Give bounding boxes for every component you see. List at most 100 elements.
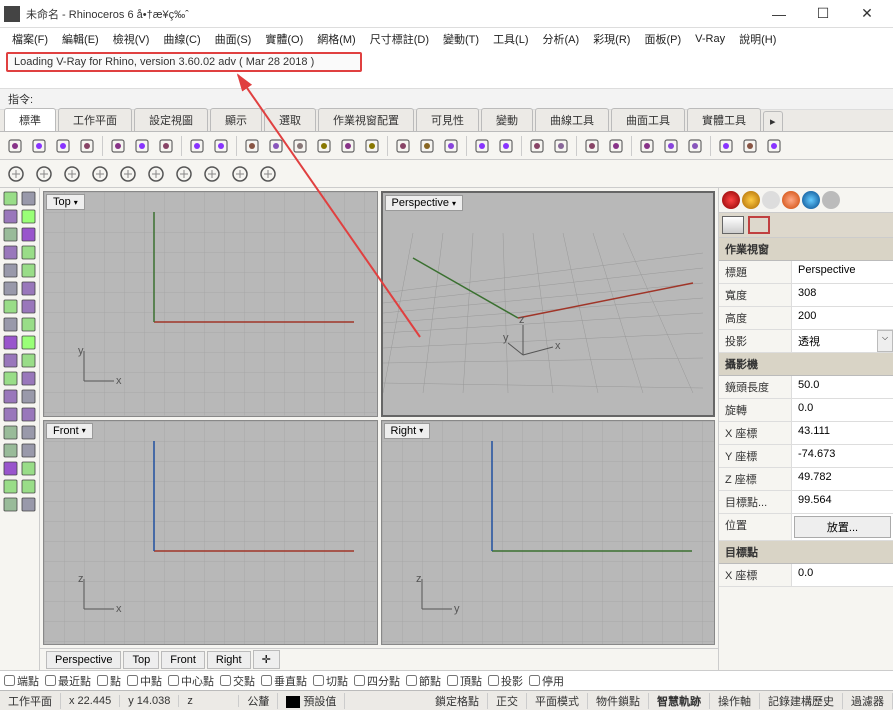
properties-icon[interactable] bbox=[550, 135, 572, 157]
viewport-label-front[interactable]: Front▾ bbox=[46, 423, 93, 439]
toolbar-tab[interactable]: 工作平面 bbox=[58, 108, 132, 131]
viewport-tab[interactable]: Top bbox=[123, 651, 159, 669]
render-icon[interactable] bbox=[2, 496, 19, 513]
render-tab-icon[interactable] bbox=[782, 191, 800, 209]
corner-icon[interactable] bbox=[228, 162, 252, 186]
new-icon[interactable] bbox=[4, 135, 26, 157]
redo-icon[interactable] bbox=[210, 135, 232, 157]
menu-item[interactable]: 編輯(E) bbox=[56, 29, 105, 49]
menu-item[interactable]: 面板(P) bbox=[638, 29, 687, 49]
viewport-label-right[interactable]: Right▾ bbox=[384, 423, 431, 439]
menu-item[interactable]: 尺寸標註(D) bbox=[364, 29, 435, 49]
layer-icon[interactable] bbox=[526, 135, 548, 157]
undo-icon[interactable] bbox=[186, 135, 208, 157]
paste-icon[interactable] bbox=[155, 135, 177, 157]
osnap-checkbox[interactable] bbox=[4, 675, 15, 686]
relative-icon[interactable] bbox=[60, 162, 84, 186]
prop-value[interactable]: 0.0 bbox=[791, 399, 893, 421]
projection-value[interactable]: 透視 bbox=[791, 330, 877, 352]
rotate-view-icon[interactable] bbox=[361, 135, 383, 157]
options-icon[interactable] bbox=[739, 135, 761, 157]
curve-tool-icon[interactable] bbox=[200, 162, 224, 186]
menu-item[interactable]: 實體(O) bbox=[259, 29, 309, 49]
osnap-中點[interactable]: 中點 bbox=[127, 673, 162, 689]
viewport-right[interactable]: Right▾ yz bbox=[381, 420, 716, 646]
menu-item[interactable]: 分析(A) bbox=[537, 29, 586, 49]
osnap-節點[interactable]: 節點 bbox=[406, 673, 441, 689]
ellipse-icon[interactable] bbox=[20, 262, 37, 279]
osnap-checkbox[interactable] bbox=[529, 675, 540, 686]
maximize-button[interactable]: ☐ bbox=[801, 0, 845, 28]
join-icon[interactable] bbox=[20, 370, 37, 387]
arc-icon[interactable] bbox=[20, 226, 37, 243]
osnap-checkbox[interactable] bbox=[313, 675, 324, 686]
pan-icon[interactable] bbox=[337, 135, 359, 157]
osnap-checkbox[interactable] bbox=[97, 675, 108, 686]
osnap-點[interactable]: 點 bbox=[97, 673, 121, 689]
array-icon[interactable] bbox=[20, 442, 37, 459]
pointer-icon[interactable] bbox=[2, 190, 19, 207]
light-icon[interactable] bbox=[581, 135, 603, 157]
cylinder-icon[interactable] bbox=[684, 135, 706, 157]
osnap-切點[interactable]: 切點 bbox=[313, 673, 348, 689]
rotate-icon[interactable] bbox=[2, 424, 19, 441]
polyline-icon[interactable] bbox=[20, 208, 37, 225]
sun-icon[interactable] bbox=[605, 135, 627, 157]
add-viewport-tab[interactable]: ✛ bbox=[253, 650, 280, 669]
render-icon[interactable] bbox=[440, 135, 462, 157]
osnap-中心點[interactable]: 中心點 bbox=[168, 673, 214, 689]
circle-icon[interactable] bbox=[2, 226, 19, 243]
sphere-icon[interactable] bbox=[660, 135, 682, 157]
loft-icon[interactable] bbox=[20, 298, 37, 315]
copy-icon[interactable] bbox=[131, 135, 153, 157]
fillet-icon[interactable] bbox=[116, 162, 140, 186]
menu-item[interactable]: 檢視(V) bbox=[107, 29, 156, 49]
command-input[interactable] bbox=[37, 92, 885, 106]
box-icon[interactable] bbox=[636, 135, 658, 157]
viewport-front[interactable]: Front▾ xz bbox=[43, 420, 378, 646]
curve-icon[interactable] bbox=[2, 262, 19, 279]
menu-item[interactable]: 彩現(R) bbox=[587, 29, 636, 49]
lasso-icon[interactable] bbox=[20, 190, 37, 207]
gear-icon[interactable] bbox=[763, 135, 785, 157]
osnap-投影[interactable]: 投影 bbox=[488, 673, 523, 689]
help-icon[interactable] bbox=[715, 135, 737, 157]
explode-icon[interactable] bbox=[2, 370, 19, 387]
absolute-icon[interactable] bbox=[32, 162, 56, 186]
move-icon[interactable] bbox=[2, 406, 19, 423]
close-button[interactable]: ✕ bbox=[845, 0, 889, 28]
cut-icon[interactable] bbox=[107, 135, 129, 157]
osnap-checkbox[interactable] bbox=[447, 675, 458, 686]
mirror-icon[interactable] bbox=[2, 442, 19, 459]
viewport-tab[interactable]: Perspective bbox=[46, 651, 121, 669]
osnap-最近點[interactable]: 最近點 bbox=[45, 673, 91, 689]
osnap-checkbox[interactable] bbox=[354, 675, 365, 686]
split-icon[interactable] bbox=[20, 388, 37, 405]
prop-value[interactable]: 50.0 bbox=[791, 376, 893, 398]
osnap-四分點[interactable]: 四分點 bbox=[354, 673, 400, 689]
analyze-icon[interactable] bbox=[2, 478, 19, 495]
viewport-props-icon[interactable] bbox=[748, 216, 770, 234]
snap-icon[interactable] bbox=[495, 135, 517, 157]
prop-value[interactable]: 200 bbox=[791, 307, 893, 329]
shade-icon[interactable] bbox=[392, 135, 414, 157]
mesh-icon[interactable] bbox=[2, 352, 19, 369]
viewport-perspective[interactable]: Perspective▾ xyz bbox=[381, 191, 716, 417]
menu-item[interactable]: V-Ray bbox=[689, 31, 731, 47]
menu-item[interactable]: 網格(M) bbox=[311, 29, 362, 49]
point-icon[interactable] bbox=[2, 280, 19, 297]
osnap-停用[interactable]: 停用 bbox=[529, 673, 564, 689]
toolbar-tab[interactable]: 可見性 bbox=[416, 108, 479, 131]
dim-icon[interactable] bbox=[2, 460, 19, 477]
cylinder-icon[interactable] bbox=[20, 334, 37, 351]
osnap-checkbox[interactable] bbox=[127, 675, 138, 686]
place-button[interactable]: 放置... bbox=[794, 516, 891, 538]
solid-icon[interactable] bbox=[2, 316, 19, 333]
circle-tool-icon[interactable] bbox=[4, 162, 28, 186]
osnap-checkbox[interactable] bbox=[261, 675, 272, 686]
surface-icon[interactable] bbox=[2, 298, 19, 315]
toolbar-tab[interactable]: 選取 bbox=[264, 108, 316, 131]
prop-value[interactable]: 43.111 bbox=[791, 422, 893, 444]
layers-icon[interactable] bbox=[144, 162, 168, 186]
viewport-tab[interactable]: Right bbox=[207, 651, 251, 669]
